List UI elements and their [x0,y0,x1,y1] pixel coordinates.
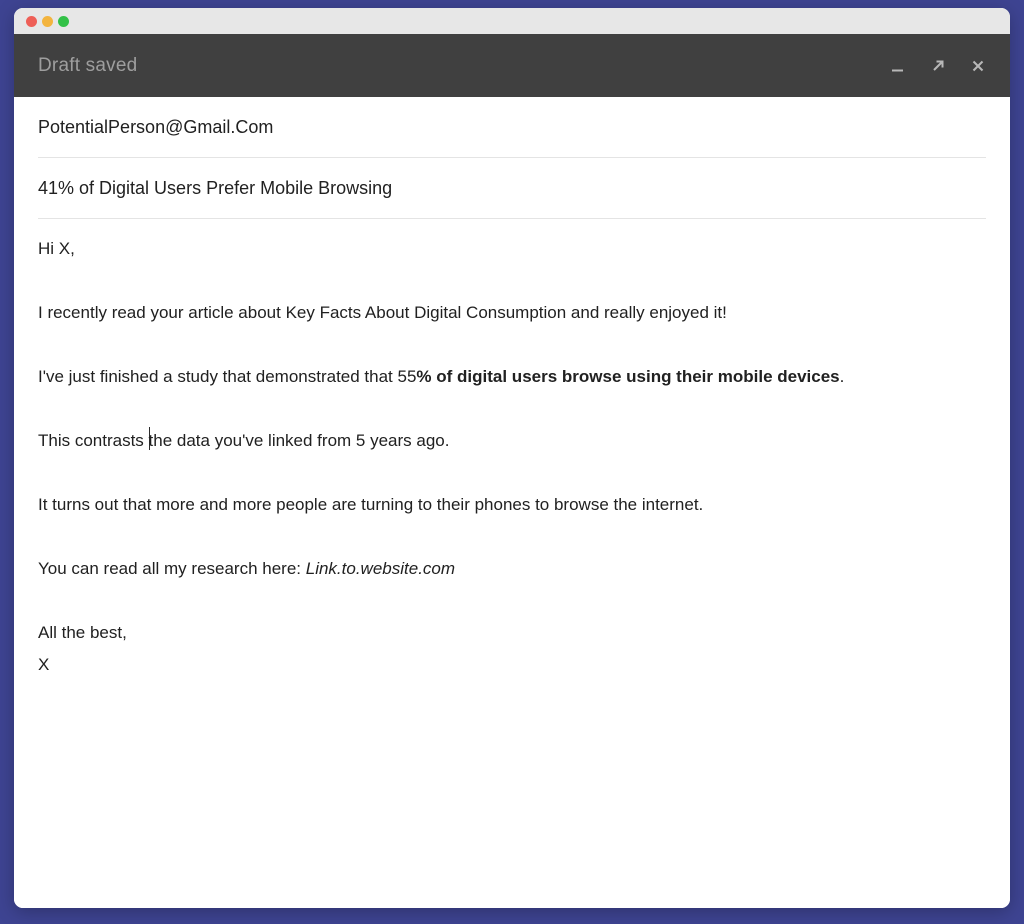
traffic-light-zoom[interactable] [58,16,69,27]
minimize-button[interactable] [888,56,908,76]
popout-arrow-icon [928,56,948,76]
body-paragraph: It turns out that more and more people a… [38,489,986,521]
to-field[interactable]: PotentialPerson@Gmail.Com [14,97,1010,157]
body-paragraph: I recently read your article about Key F… [38,297,986,329]
compose-header: Draft saved [14,34,1010,97]
body-paragraph: All the best,X [38,617,986,681]
desktop: { "colors": { "desktop_background": "#3e… [0,0,1024,924]
email-body[interactable]: Hi X, I recently read your article about … [14,219,1010,681]
popout-button[interactable] [928,56,948,76]
traffic-light-minimize[interactable] [42,16,53,27]
traffic-light-close[interactable] [26,16,37,27]
body-paragraph: I've just finished a study that demonstr… [38,361,986,393]
body-paragraph: You can read all my research here: Link.… [38,553,986,585]
body-paragraph: This contrasts the data you've linked fr… [38,425,986,457]
to-field-value: PotentialPerson@Gmail.Com [38,117,273,138]
subject-field-value: 41% of Digital Users Prefer Mobile Brows… [38,178,392,199]
subject-field[interactable]: 41% of Digital Users Prefer Mobile Brows… [14,158,1010,218]
close-icon [968,56,988,76]
compose-window: Draft saved [14,8,1010,908]
draft-status-text: Draft saved [38,55,137,77]
compose-content: PotentialPerson@Gmail.Com 41% of Digital… [14,97,1010,908]
minimize-icon [888,56,908,76]
window-controls [888,56,988,76]
macos-titlebar[interactable] [14,8,1010,34]
close-button[interactable] [968,56,988,76]
body-paragraph: Hi X, [38,233,986,265]
